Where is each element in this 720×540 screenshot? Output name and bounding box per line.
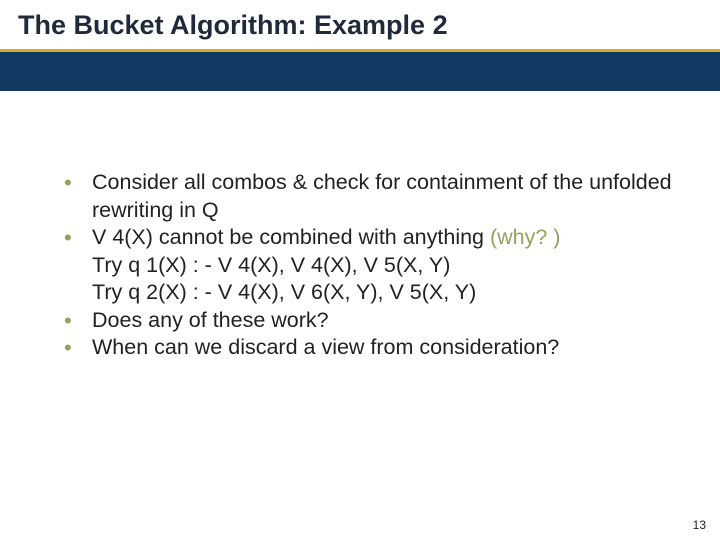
list-item: Consider all combos & check for containm… — [58, 169, 682, 224]
bullet-text: Consider all combos & check for containm… — [92, 169, 682, 224]
bullet-text: V 4(X) cannot be combined with anything … — [92, 224, 682, 252]
bullet-text: When can we discard a view from consider… — [92, 334, 682, 362]
list-item: When can we discard a view from consider… — [58, 334, 682, 362]
list-item: Does any of these work? — [58, 307, 682, 335]
title-bar: The Bucket Algorithm: Example 2 — [0, 0, 720, 49]
accent-band — [0, 49, 720, 91]
list-item: V 4(X) cannot be combined with anything … — [58, 224, 682, 307]
bullet-text: Try q 2(X) : - V 4(X), V 6(X, Y), V 5(X,… — [92, 279, 682, 307]
content-area: Consider all combos & check for containm… — [0, 91, 720, 362]
slide-title: The Bucket Algorithm: Example 2 — [18, 10, 702, 41]
bullet-text: Does any of these work? — [92, 307, 682, 335]
bullet-text: Try q 1(X) : - V 4(X), V 4(X), V 5(X, Y) — [92, 252, 682, 280]
bullet-list: Consider all combos & check for containm… — [58, 169, 682, 362]
page-number: 13 — [693, 518, 706, 532]
why-annotation: (why? ) — [490, 225, 560, 249]
